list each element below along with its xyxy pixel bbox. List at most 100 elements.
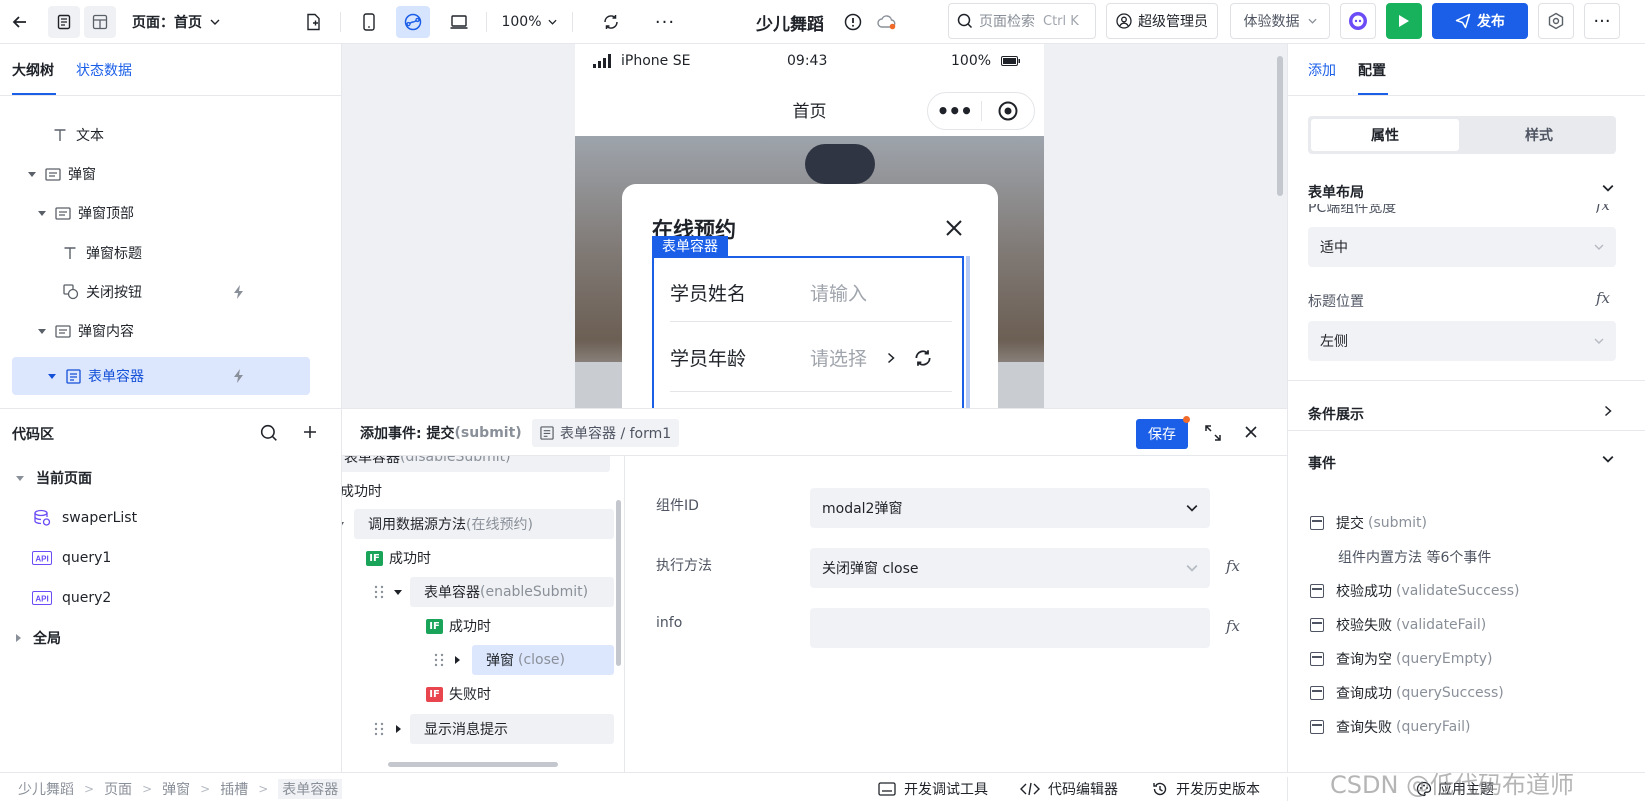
- flow-step-show-message[interactable]: 显示消息提示: [410, 714, 614, 744]
- form-field-student-name[interactable]: 学员姓名 请输入: [670, 264, 952, 322]
- code-tree-current-page[interactable]: 当前页面: [16, 460, 92, 496]
- flow-step-modal-close[interactable]: 弹窗 (close): [472, 645, 614, 675]
- tab-state-data[interactable]: 状态数据: [76, 58, 132, 82]
- close-icon[interactable]: [944, 218, 964, 238]
- chevron-right-icon[interactable]: [1604, 405, 1612, 417]
- user-menu[interactable]: 超级管理员: [1106, 3, 1218, 39]
- refresh-icon[interactable]: [596, 6, 626, 38]
- breadcrumb-item[interactable]: 表单容器: [278, 779, 343, 799]
- more-icon[interactable]: ···: [650, 6, 680, 38]
- pc-width-select[interactable]: 适中: [1308, 227, 1616, 267]
- more-icon[interactable]: •••: [928, 99, 981, 123]
- save-button[interactable]: 保存: [1136, 419, 1188, 449]
- pc-view-icon[interactable]: [444, 6, 474, 38]
- event-validate-fail[interactable]: 校验失败 (validateFail): [1310, 608, 1486, 642]
- chevron-down-icon[interactable]: [1602, 184, 1614, 192]
- add-icon[interactable]: [302, 424, 318, 440]
- page-search-input[interactable]: 页面检索 Ctrl K: [948, 3, 1096, 39]
- event-builtin-methods[interactable]: 组件内置方法 等6个事件: [1338, 540, 1491, 574]
- breadcrumb-item[interactable]: 少儿舞蹈: [18, 779, 74, 799]
- tab-add[interactable]: 添加: [1308, 58, 1336, 82]
- breadcrumb-item[interactable]: 插槽: [220, 779, 248, 799]
- flow-step-enable-submit[interactable]: 表单容器 (enableSubmit): [410, 577, 614, 607]
- caret-down-icon[interactable]: [342, 509, 344, 539]
- refresh-icon[interactable]: [913, 348, 933, 368]
- tree-node-close-button[interactable]: 关闭按钮: [12, 273, 310, 311]
- event-bolt-icon[interactable]: [232, 284, 246, 300]
- tree-node-form-container[interactable]: 表单容器: [12, 357, 310, 395]
- breadcrumb-item[interactable]: 弹窗: [162, 779, 190, 799]
- code-tree-global[interactable]: 全局: [16, 620, 61, 656]
- section-form-layout[interactable]: 表单布局: [1308, 182, 1364, 202]
- tree-node-modal-title[interactable]: 弹窗标题: [12, 234, 310, 272]
- form-field-student-age[interactable]: 学员年龄 请选择: [670, 324, 952, 392]
- caret-down-icon[interactable]: [38, 210, 46, 216]
- flow-branch-if-success[interactable]: IF 成功时: [366, 543, 431, 573]
- new-page-icon[interactable]: [298, 6, 328, 38]
- close-capsule-icon[interactable]: [981, 101, 1034, 121]
- code-editor-tool[interactable]: 代码编辑器: [1020, 779, 1118, 799]
- event-validate-success[interactable]: 校验成功 (validateSuccess): [1310, 574, 1520, 608]
- segment-style[interactable]: 样式: [1465, 119, 1613, 151]
- cloud-sync-icon[interactable]: [874, 6, 900, 38]
- event-submit[interactable]: 提交 (submit): [1310, 506, 1427, 540]
- method-select[interactable]: 关闭弹窗 close: [810, 548, 1210, 588]
- caret-down-icon[interactable]: [394, 577, 402, 607]
- dev-history-tool[interactable]: 开发历史版本: [1152, 779, 1260, 799]
- tree-node-text[interactable]: 文本: [12, 116, 310, 154]
- page-doc-icon[interactable]: [48, 6, 80, 38]
- flow-horizontal-scrollbar[interactable]: [388, 762, 558, 767]
- flow-step-disable-submit[interactable]: 表单容器 (disableSubmit): [342, 456, 610, 472]
- fx-icon[interactable]: fx: [1596, 204, 1610, 214]
- caret-down-icon[interactable]: [16, 475, 24, 481]
- drag-handle-icon[interactable]: [374, 577, 384, 607]
- info-input[interactable]: [810, 608, 1210, 648]
- drag-handle-icon[interactable]: [374, 714, 384, 744]
- flow-branch-if-success[interactable]: IF 成功时: [426, 611, 491, 641]
- flow-step-call-datasource[interactable]: 调用数据源方法 (在线预约): [354, 509, 614, 539]
- ai-assistant-icon[interactable]: [1340, 3, 1376, 39]
- tree-node-modal-header[interactable]: 弹窗顶部: [12, 194, 310, 232]
- event-query-success[interactable]: 查询成功 (querySuccess): [1310, 676, 1504, 710]
- flow-vertical-scrollbar[interactable]: [616, 500, 621, 666]
- settings-icon[interactable]: [1538, 3, 1574, 39]
- flow-branch-success[interactable]: 成功时: [342, 476, 382, 506]
- code-item-query1[interactable]: API query1: [32, 540, 111, 576]
- chevron-down-icon[interactable]: [1602, 455, 1614, 463]
- tree-node-modal-content[interactable]: 弹窗内容: [12, 312, 310, 350]
- dev-debug-tool[interactable]: 开发调试工具: [878, 779, 988, 799]
- fx-icon[interactable]: fx: [1596, 289, 1610, 307]
- section-events[interactable]: 事件: [1308, 453, 1336, 473]
- drag-handle-icon[interactable]: [434, 645, 444, 675]
- component-id-select[interactable]: modal2弹窗: [810, 488, 1210, 528]
- more-menu-icon[interactable]: ···: [1584, 3, 1620, 39]
- page-selector[interactable]: 页面：首页: [132, 6, 242, 38]
- tree-node-modal[interactable]: 弹窗: [12, 155, 310, 193]
- mobile-view-icon[interactable]: [354, 6, 384, 38]
- miniapp-capsule[interactable]: •••: [927, 92, 1035, 130]
- breadcrumb-item[interactable]: 页面: [104, 779, 132, 799]
- data-mode-selector[interactable]: 体验数据: [1230, 3, 1330, 39]
- publish-button[interactable]: 发布: [1432, 3, 1528, 39]
- section-condition-display[interactable]: 条件展示: [1308, 404, 1364, 424]
- caret-down-icon[interactable]: [38, 328, 46, 334]
- zoom-selector[interactable]: 100%: [498, 6, 560, 38]
- event-query-empty[interactable]: 查询为空 (queryEmpty): [1310, 642, 1492, 676]
- back-icon[interactable]: [6, 6, 34, 38]
- expand-icon[interactable]: [1204, 424, 1222, 442]
- code-item-swaperlist[interactable]: swaperList: [32, 500, 137, 536]
- tab-outline-tree[interactable]: 大纲树: [12, 58, 54, 82]
- caret-down-icon[interactable]: [48, 373, 56, 379]
- info-icon[interactable]: [840, 6, 866, 38]
- code-item-query2[interactable]: API query2: [32, 580, 111, 616]
- flow-branch-if-fail[interactable]: IF 失败时: [426, 679, 491, 709]
- caret-right-icon[interactable]: [455, 645, 460, 675]
- event-bolt-icon[interactable]: [232, 368, 246, 384]
- tab-config[interactable]: 配置: [1358, 58, 1386, 82]
- caret-right-icon[interactable]: [16, 634, 21, 642]
- layout-icon[interactable]: [84, 6, 116, 38]
- canvas-scrollbar[interactable]: [1277, 56, 1283, 196]
- segment-properties[interactable]: 属性: [1311, 119, 1459, 151]
- fx-icon[interactable]: fx: [1226, 617, 1240, 635]
- miniapp-view-icon[interactable]: [396, 6, 430, 38]
